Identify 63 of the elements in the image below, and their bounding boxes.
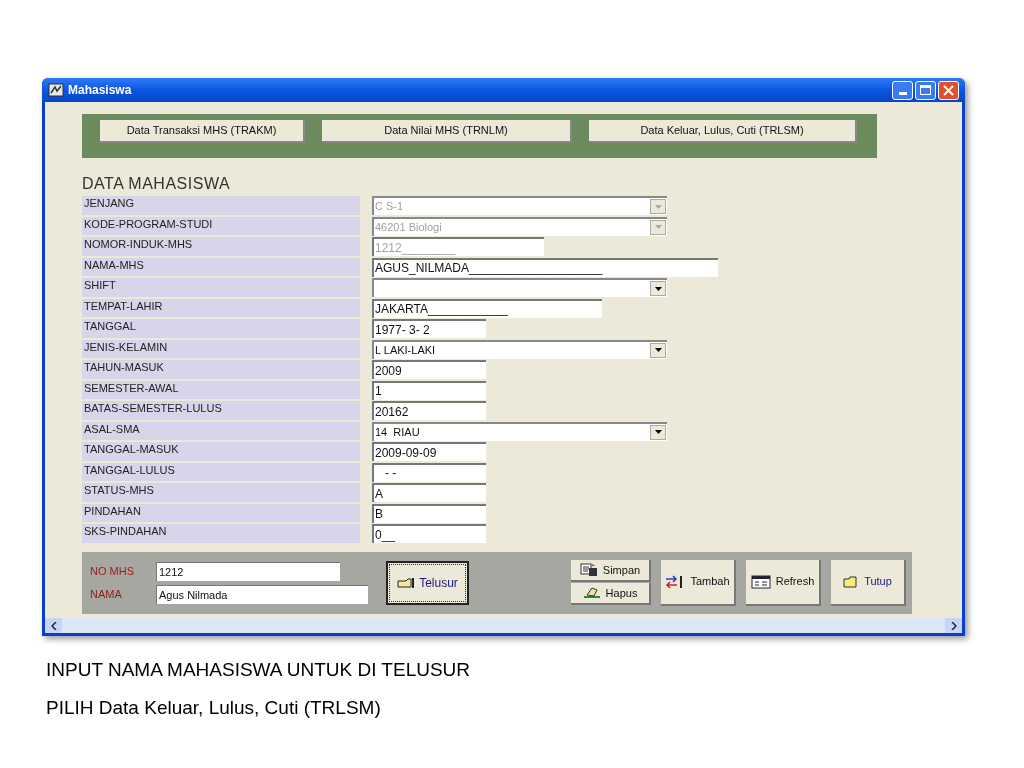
scroll-left-button[interactable] (45, 618, 62, 633)
app-icon (48, 83, 64, 97)
field-label: NOMOR-INDUK-MHS (82, 237, 360, 256)
hapus-button[interactable]: Hapus (571, 583, 651, 605)
text-field[interactable]: - - (372, 462, 486, 482)
caret-icon (654, 348, 662, 352)
field-label: NO MHS (90, 563, 135, 579)
field-label: SEMESTER-AWAL (82, 380, 360, 399)
text-field[interactable]: 1 (372, 380, 486, 400)
text-field[interactable]: JAKARTA____________ (372, 298, 602, 318)
search-button[interactable]: Telusur (386, 560, 469, 605)
refresh-button[interactable]: Refresh (746, 559, 821, 606)
field-label: KODE-PROGRAM-STUDI (82, 216, 360, 235)
field-label: NAMA-MHS (82, 257, 360, 276)
field-label: TEMPAT-LAHIR (82, 298, 360, 317)
field-label: JENIS-KELAMIN (82, 339, 360, 358)
field-label: SHIFT (82, 278, 360, 297)
nav-button[interactable]: Data Transaksi MHS (TRAKM) (100, 120, 305, 143)
field-label: ASAL-SMA (82, 421, 360, 440)
text-field[interactable]: B (372, 503, 486, 523)
field-label: STATUS-MHS (82, 483, 360, 502)
text-field[interactable]: Agus Nilmada (156, 584, 368, 604)
window-title: Mahasiswa (68, 82, 132, 99)
field-label: PINDAHAN (82, 503, 360, 522)
text-field[interactable]: 1977- 3- 2 (372, 319, 486, 338)
save-icon (579, 563, 598, 577)
field-label: TANGGAL (82, 319, 360, 338)
field-label: JENJANG (82, 196, 360, 215)
text-field[interactable]: 2009-09-09 (372, 442, 486, 461)
field-label: BATAS-SEMESTER-LULUS (82, 401, 360, 420)
field-label: TANGGAL-MASUK (82, 442, 360, 461)
maximize-button[interactable] (915, 80, 936, 100)
nav-button[interactable]: Data Keluar, Lulus, Cuti (TRLSM) (589, 120, 857, 143)
window-grid-icon (750, 574, 771, 589)
text-field[interactable]: 2009 (372, 360, 486, 379)
tambah-button[interactable]: Tambah (661, 559, 736, 606)
section-title: DATA MAHASISWA (82, 174, 232, 194)
caption-text: PILIH Data Keluar, Lulus, Cuti (TRLSM) (46, 696, 382, 720)
dropdown-field[interactable] (372, 278, 667, 297)
caption-text: INPUT NAMA MAHASISWA UNTUK DI TELUSUR (46, 658, 472, 682)
nav-button[interactable]: Data Nilai MHS (TRNLM) (322, 120, 572, 143)
field-label: SKS-PINDAHAN (82, 524, 360, 543)
tutup-button[interactable]: Tutup (831, 559, 906, 606)
caret-icon (654, 430, 662, 434)
text-field[interactable]: AGUS_NILMADA____________________ (372, 257, 718, 277)
folder-icon (843, 575, 860, 588)
dropdown-field[interactable]: 14 RIAU (372, 421, 667, 441)
field-label: NAMA (90, 586, 123, 602)
close-icon (943, 84, 954, 96)
text-field[interactable]: A (372, 483, 486, 502)
caret-icon (654, 286, 662, 291)
scroll-right-button[interactable] (945, 618, 962, 633)
simpan-button[interactable]: Simpan (571, 560, 651, 582)
close-button[interactable] (938, 80, 959, 100)
field-label: TAHUN-MASUK (82, 360, 360, 379)
caret-icon (654, 225, 662, 229)
text-field[interactable]: 0__ (372, 524, 486, 543)
dropdown-field[interactable]: L LAKI-LAKI (372, 339, 667, 359)
text-field[interactable]: 20162 (372, 401, 486, 420)
caret-icon (654, 204, 662, 209)
field-label: TANGGAL-LULUS (82, 462, 360, 481)
text-field[interactable]: 1212 (156, 561, 340, 581)
minimize-button[interactable] (892, 80, 913, 100)
